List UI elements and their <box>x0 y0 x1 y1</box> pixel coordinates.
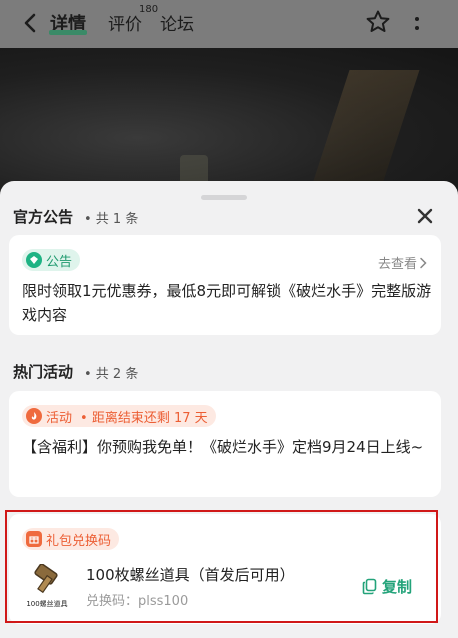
highlight-box <box>5 510 438 623</box>
active-tab-indicator <box>49 30 87 35</box>
view-more-label: 去查看 <box>377 257 417 272</box>
notice-card[interactable]: 公告 去查看 限时领取1元优惠券，最低8元即可解锁《破烂水手》完整版游戏内容 <box>9 235 441 335</box>
activity-card[interactable]: 活动 • 距离结束还剩 17 天 【含福利】你预购我免单！《破烂水手》定档9月2… <box>9 391 441 497</box>
activity-remaining-time: • 距离结束还剩 17 天 <box>80 410 208 426</box>
review-count-badge: 180 <box>139 4 159 15</box>
star-icon[interactable] <box>365 9 391 35</box>
close-icon[interactable] <box>414 205 436 227</box>
activity-badge: 活动 • 距离结束还剩 17 天 <box>22 405 216 427</box>
notice-section-title: 官方公告 <box>13 208 74 226</box>
notice-content: 限时领取1元优惠券，最低8元即可解锁《破烂水手》完整版游戏内容 <box>22 282 432 324</box>
tab-forum[interactable]: 论坛 <box>160 10 194 35</box>
notice-badge: 公告 <box>22 249 81 271</box>
activity-content: 【含福利】你预购我免单！《破烂水手》定档9月24日上线~ <box>22 438 424 456</box>
more-icon[interactable] <box>410 10 424 36</box>
activity-icon <box>26 408 42 424</box>
activity-count: • 共 2 条 <box>84 367 139 382</box>
tab-review[interactable]: 评价 <box>108 10 142 35</box>
top-navigation-bar: 详情 评价 180 论坛 <box>0 0 458 48</box>
notice-badge-label: 公告 <box>46 254 73 270</box>
activity-badge-label: 活动 <box>46 410 73 426</box>
view-more-link[interactable]: 去查看 <box>378 253 427 272</box>
notice-count: • 共 1 条 <box>84 212 139 227</box>
activity-section-title: 热门活动 <box>13 363 74 381</box>
notice-icon <box>26 252 42 268</box>
back-icon[interactable] <box>18 11 42 35</box>
chevron-right-icon <box>420 257 427 268</box>
sheet-drag-handle[interactable] <box>201 195 247 200</box>
